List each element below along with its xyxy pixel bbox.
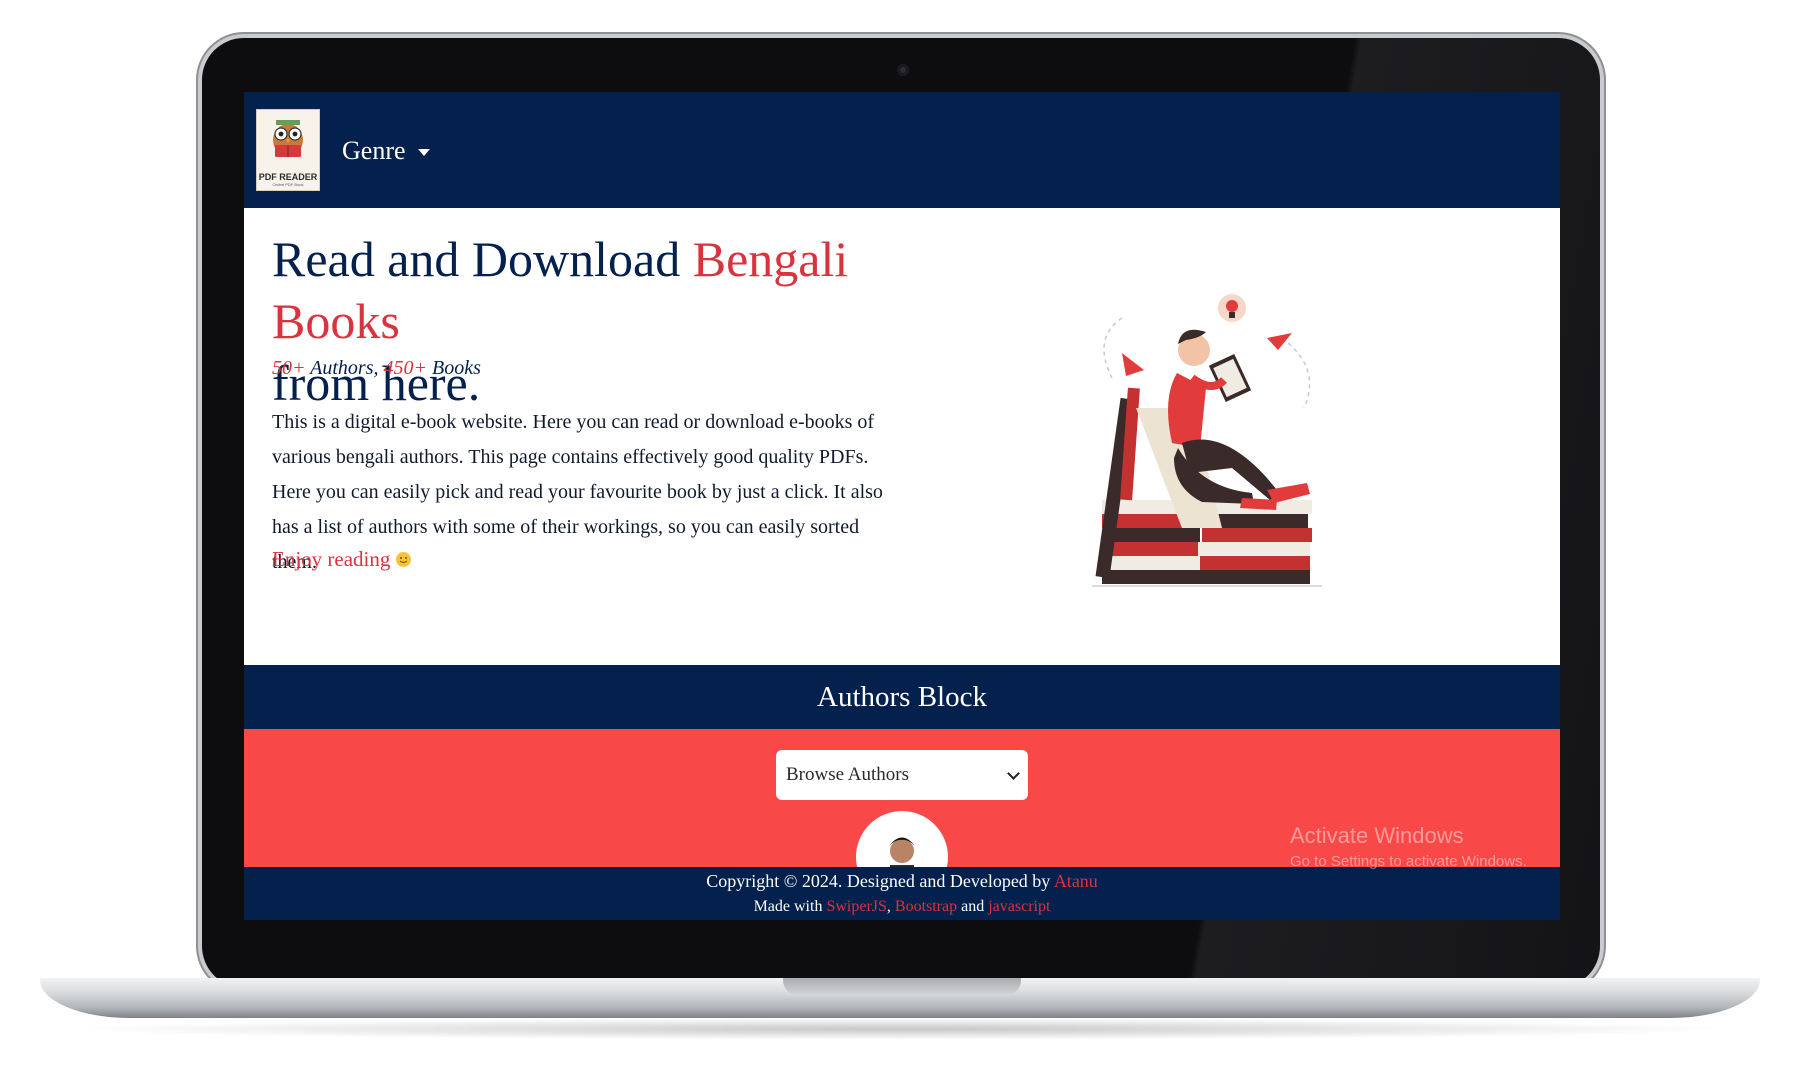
caret-down-icon [417, 148, 430, 156]
activate-windows-watermark: Activate Windows Go to Settings to activ… [1290, 823, 1527, 870]
footer-made-with: Made with SwiperJS, Bootstrap and javasc… [244, 898, 1560, 916]
separator-1: , [886, 898, 895, 915]
footer-copyright: Copyright © 2024. Designed and Developed… [244, 871, 1560, 892]
laptop-base-notch [783, 978, 1021, 996]
hero-stats: 50+ Authors, 450+ Books [272, 357, 481, 380]
navbar: PDF READER Online PDF Book Genre [244, 92, 1560, 208]
books-count: 450+ [383, 357, 427, 379]
smiley-icon [396, 552, 412, 567]
watermark-subtitle: Go to Settings to activate Windows. [1290, 853, 1527, 870]
swiperjs-link[interactable]: SwiperJS [826, 898, 886, 915]
owl-reading-icon [273, 120, 303, 157]
hero-title-part1: Read and Download [272, 231, 693, 287]
books-count-label: Books [426, 357, 481, 379]
reading-illustration [1092, 294, 1322, 587]
browse-authors-value: Browse Authors [786, 764, 909, 785]
genre-dropdown[interactable]: Genre [342, 136, 430, 166]
bootstrap-link[interactable]: Bootstrap [895, 898, 957, 915]
authors-count-label: Authors, [305, 357, 384, 379]
webcam [897, 64, 909, 76]
watermark-title: Activate Windows [1290, 823, 1464, 848]
authors-count: 50+ [272, 357, 306, 379]
website-screen: PDF READER Online PDF Book Genre Read an… [244, 92, 1560, 920]
chevron-down-icon [1007, 766, 1020, 780]
footer: Copyright © 2024. Designed and Developed… [244, 867, 1560, 920]
genre-label: Genre [342, 136, 406, 165]
developer-link[interactable]: Atanu [1054, 871, 1098, 891]
javascript-link[interactable]: javascript [988, 898, 1050, 915]
logo-subtext: Online PDF Book [272, 182, 304, 187]
site-logo[interactable]: PDF READER Online PDF Book [256, 109, 320, 191]
enjoy-reading: Enjoy reading [272, 547, 412, 572]
separator-2: and [957, 898, 989, 915]
hero-title: Read and Download Bengali Books from her… [272, 228, 912, 414]
laptop-shadow [60, 1018, 1740, 1040]
authors-block-heading: Authors Block [244, 665, 1560, 729]
enjoy-reading-text: Enjoy reading [272, 547, 391, 571]
logo-text: PDF READER [258, 172, 318, 182]
browse-authors-select[interactable]: Browse Authors [776, 750, 1028, 800]
made-with-text: Made with [753, 898, 827, 915]
copyright-text: Copyright © 2024. Designed and Developed… [706, 871, 1054, 891]
